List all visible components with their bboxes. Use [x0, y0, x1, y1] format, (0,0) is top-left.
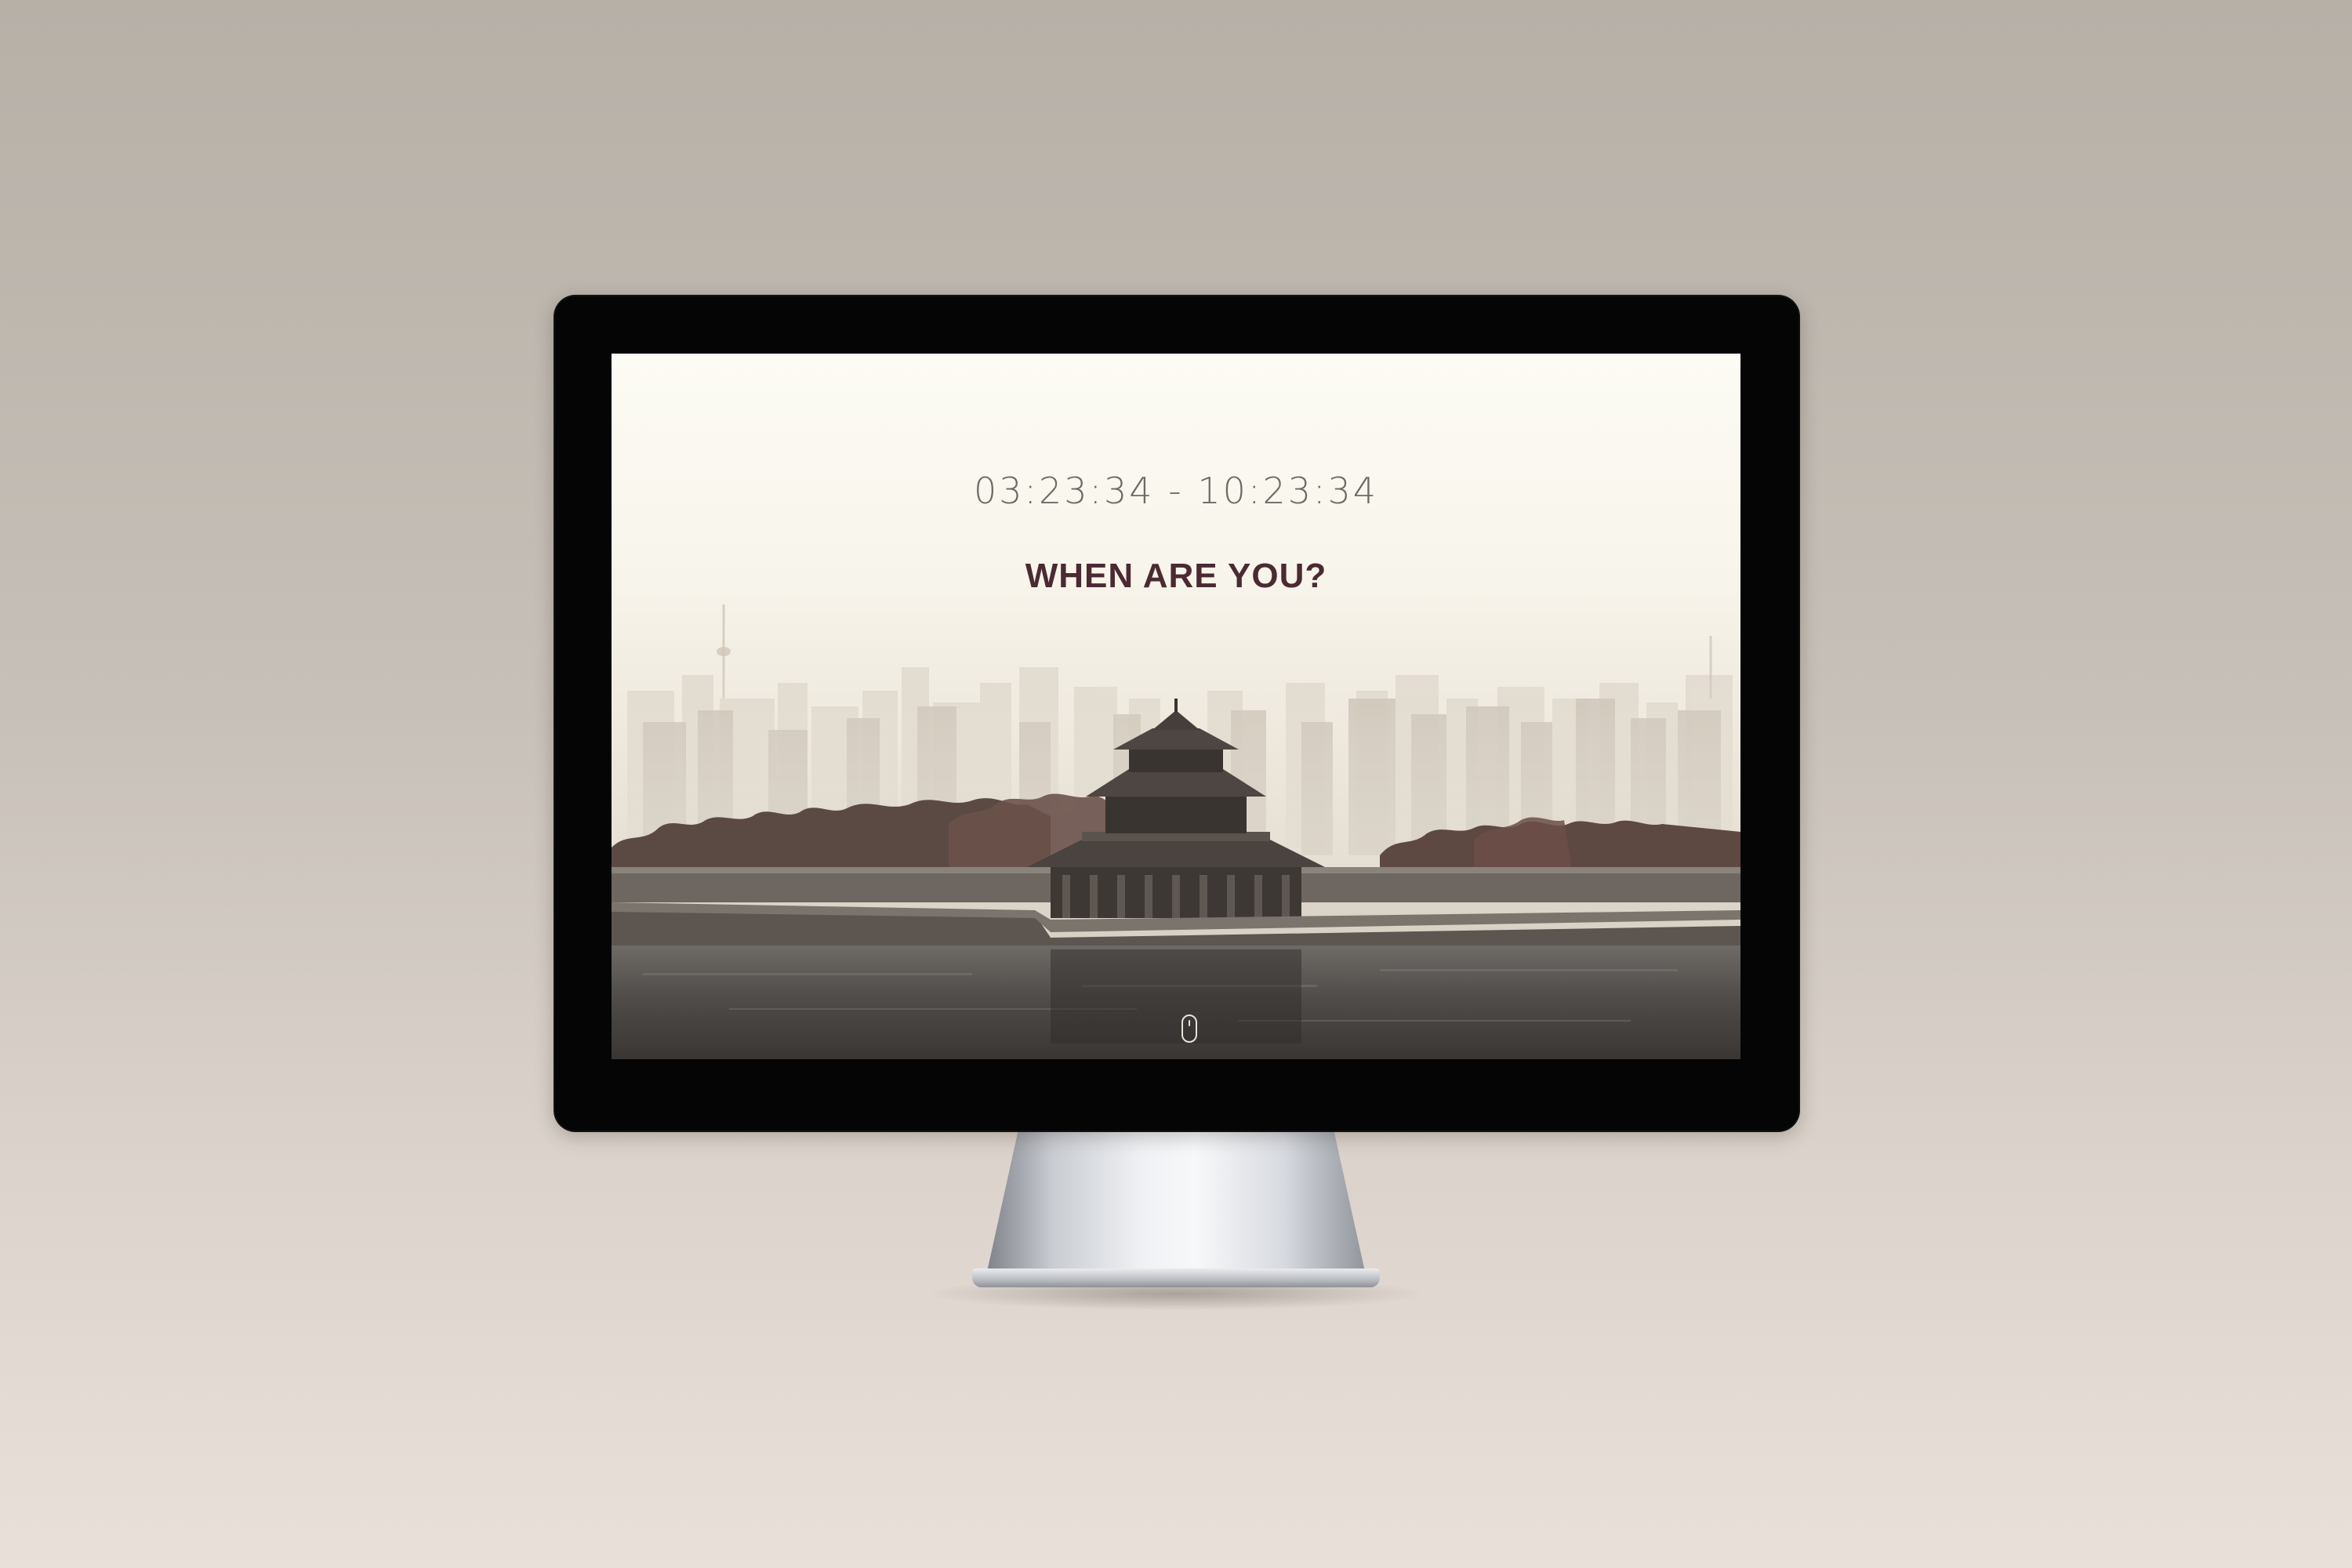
mockup-scene: 03:23:34 - 10:23:34 WHEN ARE YOU? — [0, 0, 2352, 1568]
city-palace-photo — [612, 604, 1740, 1059]
time-range-text: 03:23:34 - 10:23:34 — [973, 470, 1379, 512]
monitor-stand-base — [972, 1269, 1380, 1287]
monitor-stand — [984, 1129, 1368, 1286]
hero-headline: WHEN ARE YOU? — [1025, 557, 1327, 595]
monitor-screen: 03:23:34 - 10:23:34 WHEN ARE YOU? — [612, 354, 1740, 1059]
mouse-scroll-icon[interactable] — [1181, 1014, 1198, 1045]
